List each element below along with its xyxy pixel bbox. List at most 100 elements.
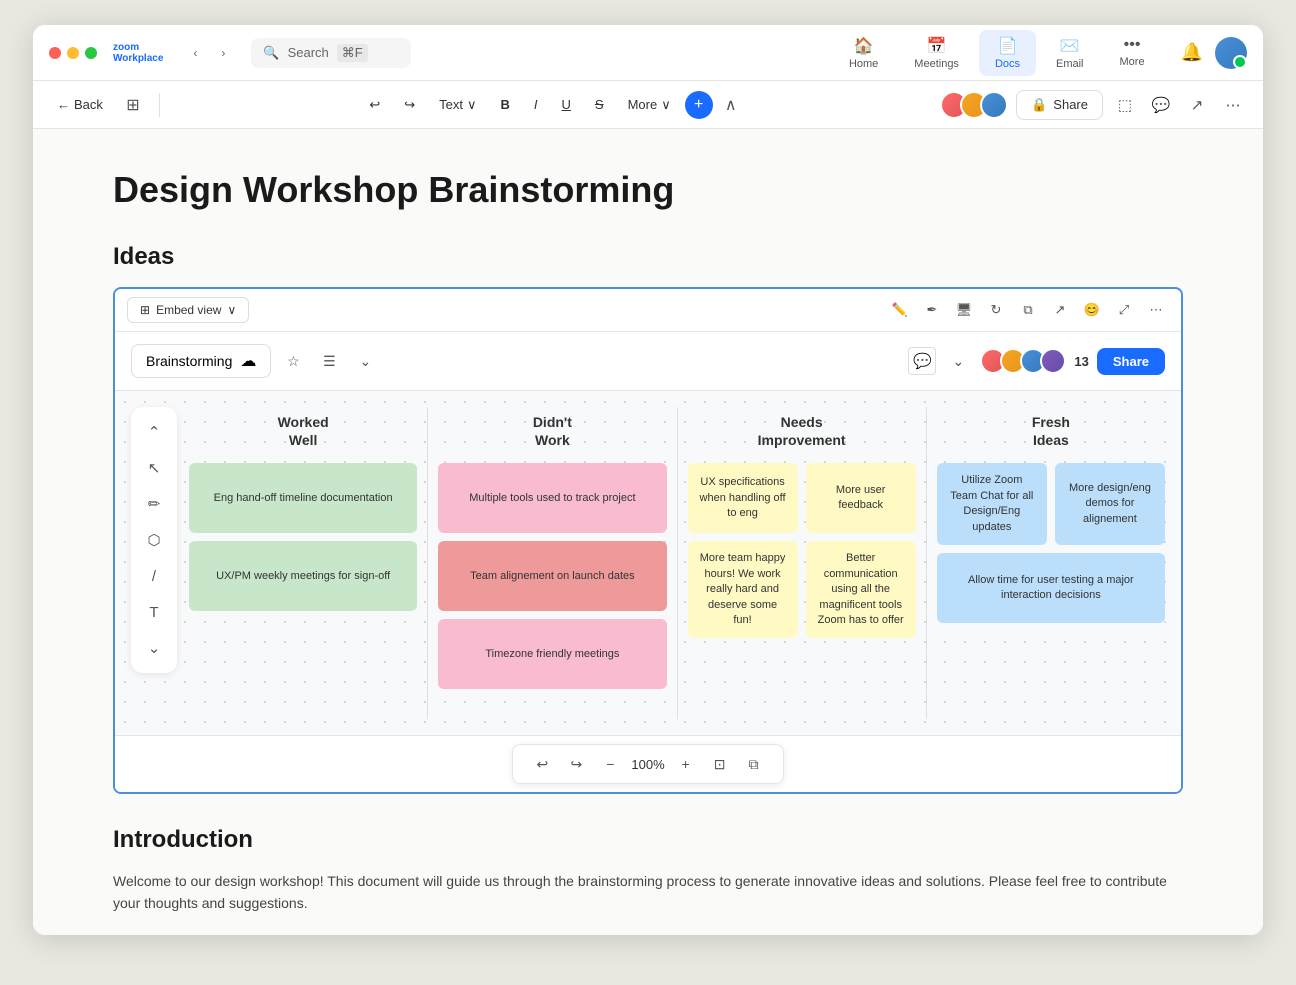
zoom-redo-button[interactable]: ↪ xyxy=(563,751,589,777)
wb-title-text: Brainstorming xyxy=(146,353,232,369)
tool-pen[interactable]: ✏ xyxy=(139,489,169,519)
text-format-button[interactable]: Text ∨ xyxy=(429,92,486,118)
window-controls xyxy=(49,47,97,59)
tool-line[interactable]: / xyxy=(139,561,169,591)
bold-button[interactable]: B xyxy=(490,92,519,117)
tab-email[interactable]: ✉️ Email xyxy=(1040,30,1100,76)
tab-more-label: More xyxy=(1120,56,1145,68)
more-format-label: More xyxy=(628,97,658,112)
collaborators-avatars xyxy=(940,91,1008,119)
separator-1 xyxy=(427,407,428,719)
note-dw-1[interactable]: Multiple tools used to track project xyxy=(438,463,666,533)
minimize-button[interactable] xyxy=(67,47,79,59)
wb-title-box[interactable]: Brainstorming ☁ xyxy=(131,344,271,378)
tool-shapes[interactable]: ⬡ xyxy=(139,525,169,555)
zoom-undo-button[interactable]: ↩ xyxy=(529,751,555,777)
maximize-button[interactable] xyxy=(85,47,97,59)
note-ni-1[interactable]: UX specifications when handling off to e… xyxy=(688,463,798,533)
embed-view-label: Embed view xyxy=(156,303,221,317)
tab-meetings[interactable]: 📅 Meetings xyxy=(898,30,975,76)
close-button[interactable] xyxy=(49,47,61,59)
embed-view-button[interactable]: ⊞ Embed view ∨ xyxy=(127,297,249,323)
tool-scroll-down[interactable]: ⌄ xyxy=(139,633,169,663)
screen-icon[interactable]: ⬚ xyxy=(1111,91,1139,119)
more-format-chevron-icon: ∨ xyxy=(661,97,671,113)
wb-down-icon[interactable]: ⌄ xyxy=(351,347,379,375)
search-bar[interactable]: 🔍 Search ⌘F xyxy=(251,38,411,68)
note-dw-2[interactable]: Team alignement on launch dates xyxy=(438,541,666,611)
options-icon[interactable]: ⋯ xyxy=(1219,91,1247,119)
tab-home-label: Home xyxy=(849,58,878,70)
back-button[interactable]: ← Back xyxy=(49,93,111,116)
note-ni-3[interactable]: More team happy hours! We work really ha… xyxy=(688,541,798,638)
back-nav-arrow[interactable]: ‹ xyxy=(183,41,207,65)
text-chevron-icon: ∨ xyxy=(467,97,477,113)
note-ww-2[interactable]: UX/PM weekly meetings for sign-off xyxy=(189,541,417,611)
sidebar-toggle-button[interactable]: ⊞ xyxy=(119,91,147,119)
tab-docs[interactable]: 📄 Docs xyxy=(979,30,1036,76)
undo-button[interactable]: ↩ xyxy=(359,92,390,118)
meetings-icon: 📅 xyxy=(927,36,947,56)
refresh-icon[interactable]: ↻ xyxy=(983,297,1009,323)
zoom-fit-icon[interactable]: ⊡ xyxy=(707,751,733,777)
wb-comment-button[interactable]: 💬 xyxy=(908,347,936,375)
note-fi-3[interactable]: Allow time for user testing a major inte… xyxy=(937,553,1165,623)
tab-home[interactable]: 🏠 Home xyxy=(833,30,894,76)
zoom-bar: ↩ ↪ − 100% + ⊡ ⧉ xyxy=(115,735,1181,792)
board-content: ⌃ ↖ ✏ ⬡ / T ⌄ WorkedWell Eng hand-off ti xyxy=(115,391,1181,735)
forward-nav-arrow[interactable]: › xyxy=(211,41,235,65)
copy-icon[interactable]: ⧉ xyxy=(1015,297,1041,323)
tool-scroll-up[interactable]: ⌃ xyxy=(139,417,169,447)
wb-chevron-down-icon[interactable]: ⌄ xyxy=(944,347,972,375)
note-dw-3[interactable]: Timezone friendly meetings xyxy=(438,619,666,689)
expand-icon[interactable]: ↗ xyxy=(1183,91,1211,119)
underline-button[interactable]: U xyxy=(552,92,581,117)
user-avatar[interactable] xyxy=(1215,37,1247,69)
whiteboard: Brainstorming ☁ ☆ ☰ ⌄ 💬 ⌄ xyxy=(115,332,1181,792)
wb-right: 💬 ⌄ 13 Share xyxy=(908,347,1165,375)
wb-share-button[interactable]: Share xyxy=(1097,348,1165,375)
zoom-layers-icon[interactable]: ⧉ xyxy=(741,751,767,777)
toolbar-center: ↩ ↪ Text ∨ B I U S More ∨ + ∧ xyxy=(172,91,932,119)
reaction-icon[interactable]: 😊 xyxy=(1079,297,1105,323)
zoom-in-button[interactable]: + xyxy=(673,751,699,777)
wb-star-icon[interactable]: ☆ xyxy=(279,347,307,375)
note-ni-4[interactable]: Better communication using all the magni… xyxy=(806,541,916,638)
col-header-fresh-ideas: FreshIdeas xyxy=(937,407,1165,455)
nav-right: 🔔 xyxy=(1181,37,1247,69)
fullscreen-icon[interactable]: ⤢ xyxy=(1111,297,1137,323)
comment-icon[interactable]: 💬 xyxy=(1147,91,1175,119)
note-ni-2[interactable]: More user feedback xyxy=(806,463,916,533)
strikethrough-button[interactable]: S xyxy=(585,92,614,117)
redo-button[interactable]: ↪ xyxy=(394,92,425,118)
italic-button[interactable]: I xyxy=(524,92,548,117)
edit-icon[interactable]: ✏️ xyxy=(887,297,913,323)
brand-logo: zoomWorkplace xyxy=(113,42,163,64)
tool-text[interactable]: T xyxy=(139,597,169,627)
share-button[interactable]: 🔒 Share xyxy=(1016,90,1103,120)
note-fi-1[interactable]: Utilize Zoom Team Chat for all Design/En… xyxy=(937,463,1047,545)
document-toolbar: ← Back ⊞ ↩ ↪ Text ∨ B I U S More ∨ + ∧ xyxy=(33,81,1263,129)
text-label: Text xyxy=(439,97,463,112)
collapse-button[interactable]: ∧ xyxy=(717,91,745,119)
note-ww-1[interactable]: Eng hand-off timeline documentation xyxy=(189,463,417,533)
add-content-button[interactable]: + xyxy=(685,91,713,119)
zoom-out-button[interactable]: − xyxy=(597,751,623,777)
collaborator-avatar-3 xyxy=(980,91,1008,119)
notifications-icon[interactable]: 🔔 xyxy=(1181,42,1203,63)
column-didnt-work: Didn'tWork Multiple tools used to track … xyxy=(438,407,666,719)
tab-more[interactable]: ••• More xyxy=(1104,30,1161,76)
nav-arrows: ‹ › xyxy=(183,41,235,65)
monitor-icon[interactable]: 🖥 xyxy=(951,297,977,323)
embed-toolbar: ⊞ Embed view ∨ ✏️ ✒ 🖥 ↻ ⧉ ↗ 😊 ⤢ ⋯ xyxy=(115,289,1181,332)
tool-select[interactable]: ↖ xyxy=(139,453,169,483)
wb-header: Brainstorming ☁ ☆ ☰ ⌄ 💬 ⌄ xyxy=(115,332,1181,391)
intro-section: Introduction Welcome to our design works… xyxy=(113,826,1183,915)
wb-menu-icon[interactable]: ☰ xyxy=(315,347,343,375)
link-icon[interactable]: ↗ xyxy=(1047,297,1073,323)
pencil-icon[interactable]: ✒ xyxy=(919,297,945,323)
note-fi-2[interactable]: More design/eng demos for alignement xyxy=(1055,463,1165,545)
separator-2 xyxy=(677,407,678,719)
more-embed-icon[interactable]: ⋯ xyxy=(1143,297,1169,323)
more-format-button[interactable]: More ∨ xyxy=(618,92,681,118)
